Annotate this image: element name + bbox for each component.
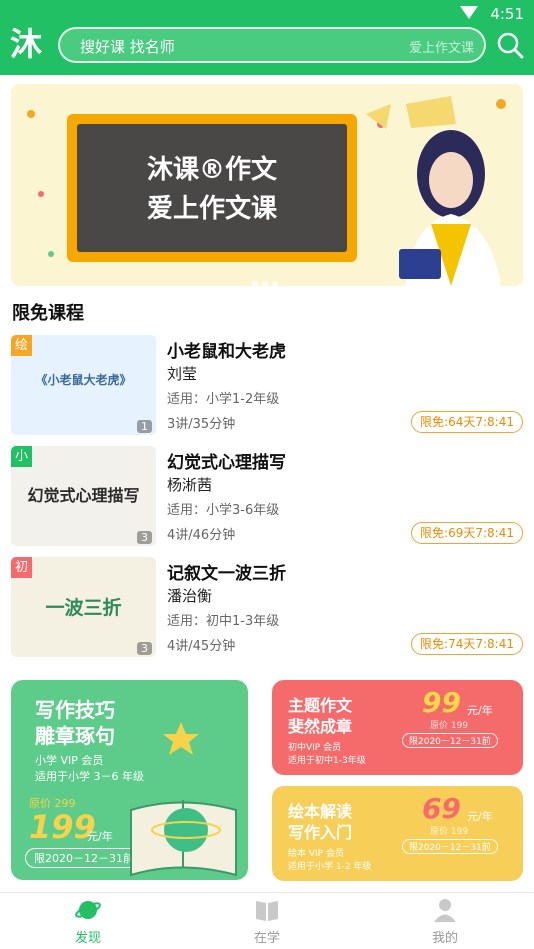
course-lessons: 3讲/35分钟	[167, 417, 236, 432]
course-thumbnail: 一波三折 初 3	[11, 557, 156, 657]
vip-deadline: 限2020－12－31前	[402, 839, 498, 854]
student-count: 1	[137, 420, 152, 433]
vip-subtitle-2: 适用于初中1-3年级	[288, 756, 366, 766]
search-placeholder: 搜好课 找名师	[80, 38, 175, 56]
vip-price: 69	[422, 792, 461, 825]
course-tag: 小	[11, 446, 32, 467]
banner-title-1: 沐课®作文	[146, 155, 277, 185]
search-input[interactable]: 搜好课 找名师 爱上作文课	[58, 27, 486, 63]
course-grade: 适用：初中1-3年级	[167, 614, 280, 629]
pager-dot	[252, 281, 258, 287]
app-logo: 沐	[10, 25, 43, 63]
vip-deadline: 限2020－12－31前	[402, 733, 498, 748]
vip-subtitle-2: 适用于小学 1-2 年级	[288, 862, 372, 872]
wifi-icon	[460, 6, 478, 19]
book-illustration	[130, 722, 237, 877]
vip-price-unit: 元/年	[467, 704, 493, 717]
free-badge: 限免:64天7:8:41	[411, 411, 523, 433]
vip-subtitle-1: 绘本 VIP 会员	[288, 849, 344, 859]
nav-label: 我的	[431, 931, 458, 946]
nav-label: 在学	[253, 931, 280, 946]
nav-label: 发现	[74, 931, 101, 946]
course-tag: 绘	[11, 335, 32, 356]
pager-dot	[272, 281, 278, 287]
course-thumbnail: 《小老鼠大老虎》 绘 1	[11, 335, 156, 435]
course-title: 幻觉式心理描写	[167, 453, 286, 473]
course-teacher: 潘治衡	[167, 587, 213, 605]
pager-dot	[262, 281, 268, 287]
banner-pager	[250, 272, 280, 291]
course-grade: 适用：小学3-6年级	[167, 503, 280, 518]
course-item[interactable]: 一波三折 初 3 记叙文一波三折 潘治衡 适用：初中1-3年级 4讲/45分钟 …	[11, 557, 523, 657]
free-badge: 限免:74天7:8:41	[411, 633, 523, 655]
course-teacher: 刘莹	[167, 365, 198, 383]
course-grade: 适用：小学1-2年级	[167, 392, 280, 407]
course-item[interactable]: 《小老鼠大老虎》 绘 1 小老鼠和大老虎 刘莹 适用：小学1-2年级 3讲/35…	[11, 335, 523, 435]
course-tag: 初	[11, 557, 32, 578]
student-count: 3	[137, 642, 152, 655]
search-icon[interactable]	[496, 31, 524, 59]
thumb-text: 一波三折	[45, 597, 122, 619]
course-lessons: 4讲/45分钟	[167, 639, 236, 654]
student-count: 3	[137, 531, 152, 544]
book-icon	[256, 901, 278, 921]
user-icon	[434, 899, 456, 922]
vip-price: 99	[422, 686, 461, 719]
banner-title-2: 爱上作文课	[146, 194, 277, 224]
course-item[interactable]: 幻觉式心理描写 小 3 幻觉式心理描写 杨淅茜 适用：小学3-6年级 4讲/46…	[11, 446, 523, 546]
course-teacher: 杨淅茜	[167, 476, 213, 494]
course-title: 记叙文一波三折	[167, 564, 286, 584]
course-lessons: 4讲/46分钟	[167, 528, 236, 543]
vip-card-middle-school[interactable]: 主题作文 斐然成章 初中VIP 会员 适用于初中1-3年级 99 元/年 原价 …	[272, 680, 523, 775]
course-title: 小老鼠和大老虎	[167, 342, 286, 362]
vip-subtitle-1: 初中VIP 会员	[288, 743, 342, 753]
course-thumbnail: 幻觉式心理描写 小 3	[11, 446, 156, 546]
nav-item-learning[interactable]: 在学	[227, 897, 307, 946]
thumb-text: 《小老鼠大老虎》	[35, 373, 132, 387]
vip-original-price: 原价 199	[430, 827, 469, 837]
planet-icon	[75, 901, 101, 919]
nav-item-profile[interactable]: 我的	[405, 897, 485, 946]
vip-title-2: 斐然成章	[288, 717, 353, 736]
vip-card-picture-book[interactable]: 绘本解读 写作入门 绘本 VIP 会员 适用于小学 1-2 年级 69 元/年 …	[272, 786, 523, 881]
free-badge: 限免:69天7:8:41	[411, 522, 523, 544]
status-time: 4:51	[490, 5, 524, 23]
blackboard: 沐课®作文 爱上作文课	[77, 124, 347, 252]
vip-price-unit: 元/年	[467, 810, 493, 823]
vip-card-primary[interactable]: 写作技巧 雕章琢句 小学 VIP 会员 适用于小学 3－6 年级 原价 299 …	[11, 680, 248, 880]
vip-title-2: 写作入门	[288, 823, 353, 842]
bottom-nav: 发现 在学 我的	[0, 892, 534, 949]
search-hint: 爱上作文课	[408, 41, 474, 56]
nav-item-discover[interactable]: 发现	[48, 897, 128, 946]
app-header: 4:51 沐 搜好课 找名师 爱上作文课	[0, 0, 534, 75]
vip-original-price: 原价 199	[430, 721, 469, 731]
thumb-text: 幻觉式心理描写	[27, 486, 140, 505]
section-title: 限免课程	[12, 303, 84, 324]
